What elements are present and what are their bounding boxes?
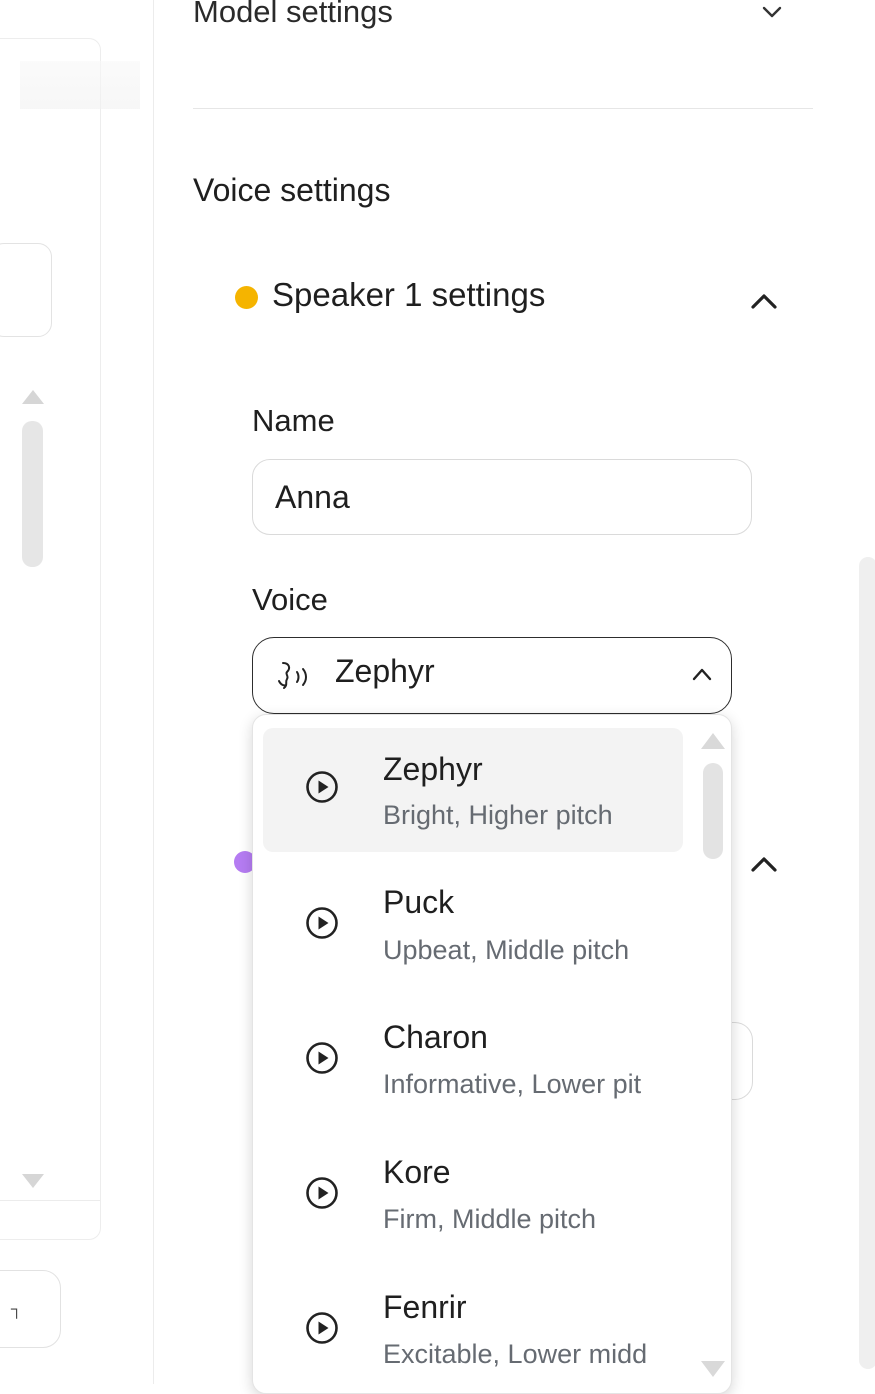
voice-option-description: Informative, Lower pit [383,1069,642,1099]
left-panel: ┐ [0,0,154,1384]
speaker-name-input[interactable] [252,459,752,535]
left-scroll-down-arrow[interactable] [22,1174,44,1188]
voice-select[interactable]: Zephyr [252,637,732,714]
page-scrollbar-track[interactable] [859,557,875,1369]
voice-option[interactable]: Puck Upbeat, Middle pitch [263,862,683,986]
voice-option[interactable]: Charon Informative, Lower pit [263,997,683,1121]
left-input-field[interactable] [0,243,52,337]
dropdown-scroll-up-arrow[interactable] [701,733,725,749]
voice-option-name: Kore [383,1154,451,1190]
left-scrollbar-thumb[interactable] [22,421,43,567]
voice-option-name: Charon [383,1019,488,1055]
chevron-down-icon[interactable] [760,2,784,22]
left-action-button-label: ┐ [11,1301,23,1318]
left-card [0,38,140,1240]
speaker-1-title[interactable]: Speaker 1 settings [272,276,545,314]
play-circle-icon[interactable] [305,1176,339,1210]
play-circle-icon[interactable] [305,1311,339,1345]
voice-option-description: Bright, Higher pitch [383,800,613,830]
left-card-header [20,61,140,109]
voice-option[interactable]: Zephyr Bright, Higher pitch [263,728,683,852]
voice-option-name: Puck [383,884,455,920]
chevron-up-icon[interactable] [748,290,780,312]
play-circle-icon[interactable] [305,906,339,940]
play-circle-icon[interactable] [305,1041,339,1075]
voice-option-description: Upbeat, Middle pitch [383,935,630,965]
left-scroll-up-arrow[interactable] [22,390,44,404]
voice-option-name: Zephyr [383,751,483,787]
dropdown-scrollbar-thumb[interactable] [703,763,723,859]
left-divider [0,1200,100,1201]
play-circle-icon[interactable] [305,770,339,804]
voice-wave-icon [278,662,307,689]
section-divider [193,108,813,109]
voice-label: Voice [252,582,328,617]
voice-option-description: Excitable, Lower midd [383,1339,648,1369]
dropdown-scroll-down-arrow[interactable] [701,1361,725,1377]
chevron-up-icon [692,668,712,681]
voice-option[interactable]: Kore Firm, Middle pitch [263,1132,683,1256]
name-label: Name [252,403,335,438]
speaker-1-color-dot [235,286,258,309]
voice-dropdown-list: Zephyr Bright, Higher pitch Puck Upbeat,… [252,714,732,1394]
voice-option[interactable]: Fenrir Excitable, Lower midd [263,1267,683,1391]
voice-settings-title: Voice settings [193,172,391,208]
left-action-button[interactable]: ┐ [0,1270,61,1348]
model-settings-title[interactable]: Model settings [193,0,393,30]
voice-option-name: Fenrir [383,1289,467,1325]
voice-option-description: Firm, Middle pitch [383,1204,597,1234]
voice-selected-value: Zephyr [335,653,435,689]
chevron-up-icon[interactable] [748,853,780,875]
